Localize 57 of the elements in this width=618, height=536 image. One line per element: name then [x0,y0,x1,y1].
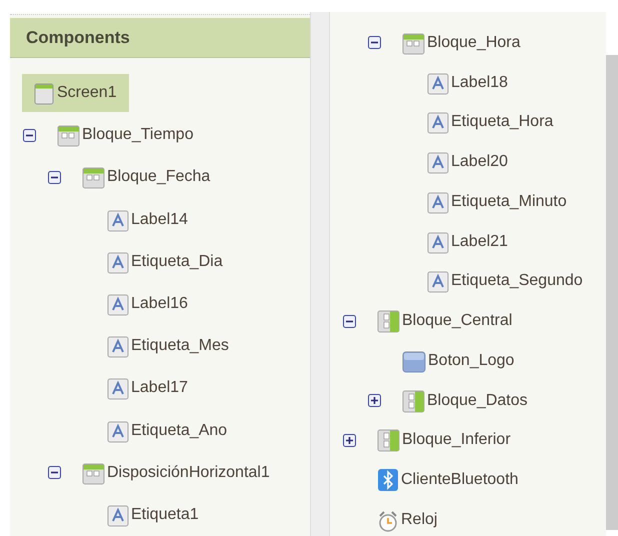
tree-item[interactable]: Etiqueta1 [107,502,199,527]
collapse-icon[interactable] [343,314,356,328]
tree-item[interactable]: Etiqueta_Ano [107,418,228,443]
tree-item[interactable]: Bloque_Datos [402,388,528,413]
label-icon [107,504,129,527]
collapse-icon[interactable] [48,170,61,184]
tree-item[interactable]: Etiqueta_Segundo [427,269,583,294]
collapse-icon[interactable] [368,36,381,50]
tree-item[interactable]: Label16 [107,292,188,316]
tree-item[interactable]: Etiqueta_Minuto [427,190,567,214]
tree-item[interactable]: Bloque_Fecha [82,165,210,190]
tree-item[interactable]: Bloque_Inferior [377,428,511,452]
label-icon [427,152,449,174]
vertical-arrangement-icon [377,429,400,452]
tree-item[interactable]: Label20 [427,150,508,174]
expand-icon[interactable] [343,434,356,447]
tree-item[interactable]: Reloj [377,508,438,532]
scrollbar[interactable] [606,55,618,530]
tree-item[interactable]: Bloque_Central [377,309,512,334]
vertical-arrangement-icon [377,310,400,334]
horizontal-arrangement-icon [57,125,80,148]
label-icon [107,210,129,232]
tree-item[interactable]: Screen1 [22,74,129,112]
collapse-icon[interactable] [23,128,36,142]
tree-item[interactable]: Label21 [427,230,508,254]
tree-item[interactable]: Label17 [107,376,188,400]
tree-item[interactable]: Label14 [107,208,188,232]
vertical-arrangement-icon [402,390,425,413]
horizontal-arrangement-icon [82,462,105,485]
tree-item[interactable]: Boton_Logo [402,348,514,373]
horizontal-arrangement-icon [402,32,425,55]
tree-item[interactable]: DisposiciónHorizontal1 [82,460,270,485]
horizontal-arrangement-icon [82,167,105,190]
label-icon [427,112,449,134]
label-icon [427,232,449,254]
tree-item[interactable]: Bloque_Tiempo [57,123,194,148]
label-icon [107,420,129,443]
label-icon [427,72,449,95]
label-icon [427,271,449,294]
tree-item[interactable]: Etiqueta_Mes [107,334,229,358]
label-icon [427,192,449,214]
tree-item[interactable]: Bloque_Hora [402,30,520,55]
label-icon [107,336,129,358]
tree-item[interactable]: Etiqueta_Hora [427,110,554,134]
tree-item[interactable]: ClienteBluetooth [377,468,518,492]
tree-item[interactable]: Etiqueta_Dia [107,250,223,274]
collapse-icon[interactable] [48,466,61,480]
clock-icon [377,510,399,532]
tree-item[interactable]: Label18 [427,70,508,95]
label-icon [107,378,129,400]
label-icon [107,294,129,316]
screen-icon [34,83,54,106]
label-icon [107,252,129,274]
expand-icon[interactable] [368,394,381,408]
panel-title: Components [26,26,130,49]
bluetooth-icon [377,468,399,492]
button-icon [402,350,426,373]
